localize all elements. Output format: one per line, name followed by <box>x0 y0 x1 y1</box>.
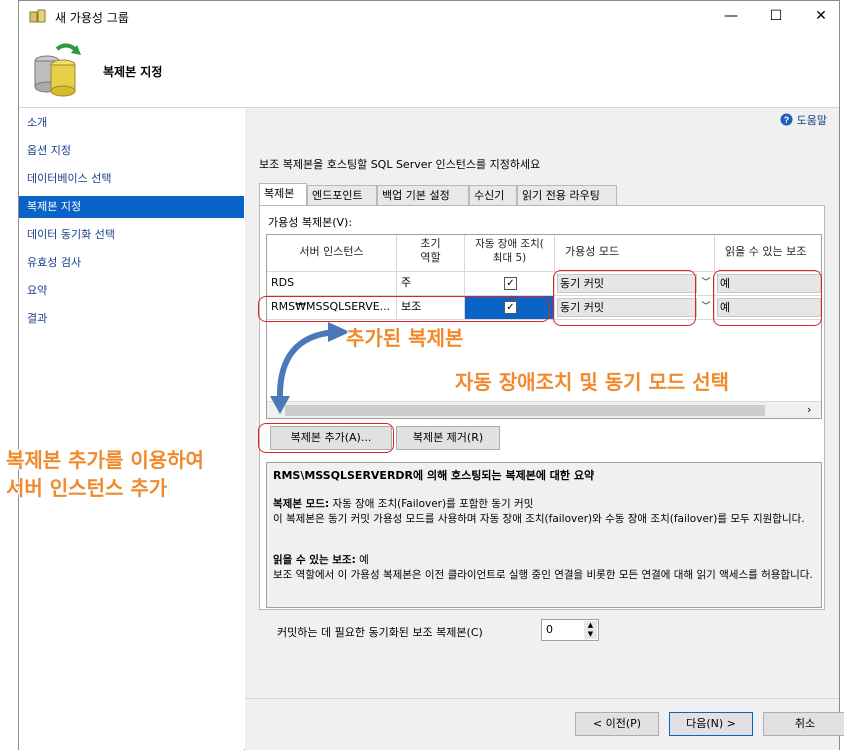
sidebar-item-replicas[interactable]: 복제본 지정 <box>19 196 244 218</box>
minimize-button[interactable]: — <box>714 5 748 27</box>
close-button[interactable]: ✕ <box>804 5 838 27</box>
highlight-readable-secondary <box>713 270 822 326</box>
column-header-auto-failover[interactable]: 자동 장애 조치( 최대 5) <box>465 235 555 272</box>
replica-mode-value: 자동 장애 조치(Failover)를 포함한 동기 커밋 <box>329 498 534 510</box>
tab-replicas[interactable]: 복제본 <box>259 183 307 206</box>
svg-text:?: ? <box>784 115 790 125</box>
wizard-sidebar: 소개 옵션 지정 데이터베이스 선택 복제본 지정 데이터 동기화 선택 유효성… <box>19 108 244 750</box>
chevron-down-icon[interactable]: ﹀ <box>699 274 713 293</box>
readable-secondary-label: 읽을 수 있는 보조: <box>273 554 356 566</box>
annotation-add-replica-line2: 서버 인스턴스 추가 <box>6 476 168 500</box>
highlight-availability-mode <box>553 270 696 326</box>
row1-server[interactable]: RDS <box>267 272 397 296</box>
instruction-text: 보조 복제본을 호스팅할 SQL Server 인스턴스를 지정하세요 <box>259 158 541 171</box>
database-replica-icon <box>34 43 81 97</box>
help-link[interactable]: ? 도움말 <box>780 112 827 128</box>
column-header-server[interactable]: 서버 인스턴스 <box>267 235 397 272</box>
replicas-label: 가용성 복제본(V): <box>268 216 353 229</box>
sidebar-item-validation[interactable]: 유효성 검사 <box>19 252 244 274</box>
sync-replicas-label: 커밋하는 데 필요한 동기화된 보조 복제본(C) <box>277 626 483 639</box>
annotation-auto-failover-sync: 자동 장애조치 및 동기 모드 선택 <box>455 370 730 394</box>
page-title: 복제본 지정 <box>103 65 163 79</box>
spin-down-icon[interactable]: ▼ <box>584 630 597 639</box>
replica-mode-section: 복제본 모드: 자동 장애 조치(Failover)를 포함한 동기 커밋 이 … <box>273 497 813 527</box>
sync-replicas-value[interactable]: 0 <box>546 623 553 636</box>
sidebar-item-databases[interactable]: 데이터베이스 선택 <box>19 168 244 190</box>
row1-auto-failover-cell: ✓ <box>465 272 555 296</box>
footer-divider <box>245 698 839 699</box>
scroll-right-icon[interactable]: › <box>807 403 811 416</box>
cancel-button[interactable]: 취소 <box>763 712 844 736</box>
column-header-role[interactable]: 초기 역할 <box>397 235 465 272</box>
tab-readonly-routing[interactable]: 읽기 전용 라우팅 <box>517 185 617 205</box>
next-button[interactable]: 다음(N) > <box>669 712 753 736</box>
remove-replica-button[interactable]: 복제본 제거(R) <box>396 426 500 450</box>
replica-mode-label: 복제본 모드: <box>273 498 330 510</box>
column-header-readable-secondary[interactable]: 읽을 수 있는 보조 <box>715 235 821 272</box>
tab-backup-preferences[interactable]: 백업 기본 설정 <box>377 185 469 205</box>
tab-endpoints[interactable]: 엔드포인트 <box>307 185 377 205</box>
chevron-down-icon[interactable]: ﹀ <box>699 298 713 317</box>
maximize-button[interactable]: ☐ <box>759 5 793 27</box>
help-icon: ? <box>780 113 793 126</box>
replica-summary-panel: RMS\MSSQLSERVERDR에 의해 호스팅되는 복제본에 대한 요약 복… <box>266 462 822 608</box>
readable-secondary-value: 예 <box>355 554 369 566</box>
sidebar-item-results[interactable]: 결과 <box>19 308 244 330</box>
replica-mode-description: 이 복제본은 동기 커밋 가용성 모드를 사용하며 자동 장애 조치(failo… <box>273 513 805 525</box>
highlight-add-replica-button <box>258 423 394 453</box>
annotation-added-replica: 추가된 복제본 <box>346 326 464 350</box>
app-icon <box>29 9 46 23</box>
page-header: 복제본 지정 <box>19 31 839 108</box>
spin-up-icon[interactable]: ▲ <box>584 621 597 630</box>
sidebar-item-options[interactable]: 옵션 지정 <box>19 140 244 162</box>
title-bar: 새 가용성 그룹 — ☐ ✕ <box>19 1 839 31</box>
row1-role: 주 <box>397 272 465 296</box>
sidebar-item-data-sync[interactable]: 데이터 동기화 선택 <box>19 224 244 246</box>
summary-title: RMS\MSSQLSERVERDR에 의해 호스팅되는 복제본에 대한 요약 <box>273 469 595 482</box>
readable-secondary-description: 보조 역할에서 이 가용성 복제본은 이전 클라이언트로 실행 중인 연결을 비… <box>273 569 813 581</box>
sidebar-item-summary[interactable]: 요약 <box>19 280 244 302</box>
readable-secondary-section: 읽을 수 있는 보조: 예 보조 역할에서 이 가용성 복제본은 이전 클라이언… <box>273 553 813 583</box>
tab-listener[interactable]: 수신기 <box>469 185 517 205</box>
previous-button[interactable]: < 이전(P) <box>575 712 659 736</box>
help-label: 도움말 <box>796 114 827 127</box>
sync-replicas-spinner[interactable]: 0 ▲ ▼ <box>541 619 599 641</box>
column-header-availability-mode[interactable]: 가용성 모드 <box>555 235 715 272</box>
row1-auto-failover-checkbox[interactable]: ✓ <box>504 277 517 290</box>
sidebar-item-intro[interactable]: 소개 <box>19 112 244 134</box>
window-title: 새 가용성 그룹 <box>55 11 129 25</box>
annotation-add-replica-line1: 복제본 추가를 이용하여 <box>6 448 204 472</box>
